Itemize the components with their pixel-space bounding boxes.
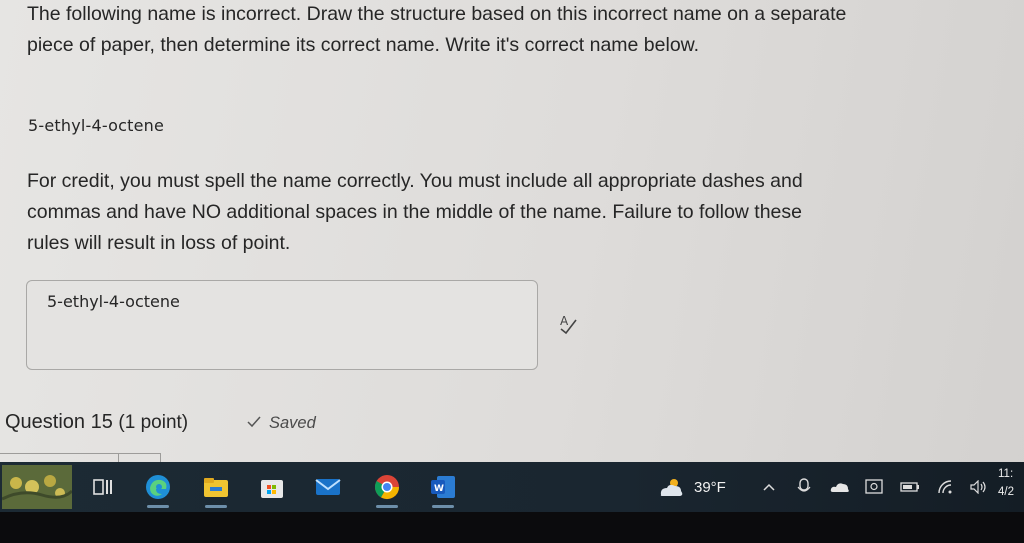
saved-status: Saved [247,414,316,433]
wifi-icon[interactable] [932,462,960,512]
system-clock[interactable]: 11: 4/2 [998,465,1024,501]
clock-date: 4/2 [998,486,1014,498]
question-15-points: (1 point) [118,412,189,433]
weather-temperature: 39°F [694,478,726,496]
task-view-icon[interactable] [84,462,122,512]
answer-input-value: 5-ethyl-4-octene [47,292,180,311]
cloud-sun-icon [656,475,686,499]
question-instruction: The following name is incorrect. Draw th… [27,3,847,56]
quiz-page: The following name is incorrect. Draw th… [0,0,1024,463]
store-icon[interactable] [250,462,294,512]
checkmark-icon [247,414,261,433]
question-15-heading: Question 15 (1 point) [5,411,188,434]
question-15-label: Question 15 [5,411,113,433]
clock-time: 11: [998,468,1014,480]
svg-text:W: W [434,484,444,494]
chevron-up-icon[interactable] [758,462,780,512]
spellcheck-icon[interactable]: A [558,312,580,336]
weather-widget[interactable]: 39°F [656,462,756,512]
volume-icon[interactable] [966,462,992,512]
chrome-icon[interactable] [364,462,410,512]
battery-icon[interactable] [896,462,924,512]
word-icon[interactable]: W [420,462,466,512]
svg-text:A: A [560,314,569,328]
security-icon[interactable] [860,462,888,512]
incorrect-name: 5-ethyl-4-octene [28,116,165,135]
saved-status-text: Saved [269,414,316,432]
answer-rules: For credit, you must spell the name corr… [27,170,803,254]
onedrive-icon[interactable] [826,462,854,512]
file-explorer-icon[interactable] [194,462,238,512]
mail-icon[interactable] [306,462,350,512]
windows-taskbar: W 39°F [0,462,1024,512]
answer-input[interactable]: 5-ethyl-4-octene [26,280,538,370]
screen-bezel [0,512,1024,543]
widgets-icon[interactable] [0,462,74,512]
meet-now-icon[interactable] [792,462,816,512]
edge-icon[interactable] [136,462,180,512]
